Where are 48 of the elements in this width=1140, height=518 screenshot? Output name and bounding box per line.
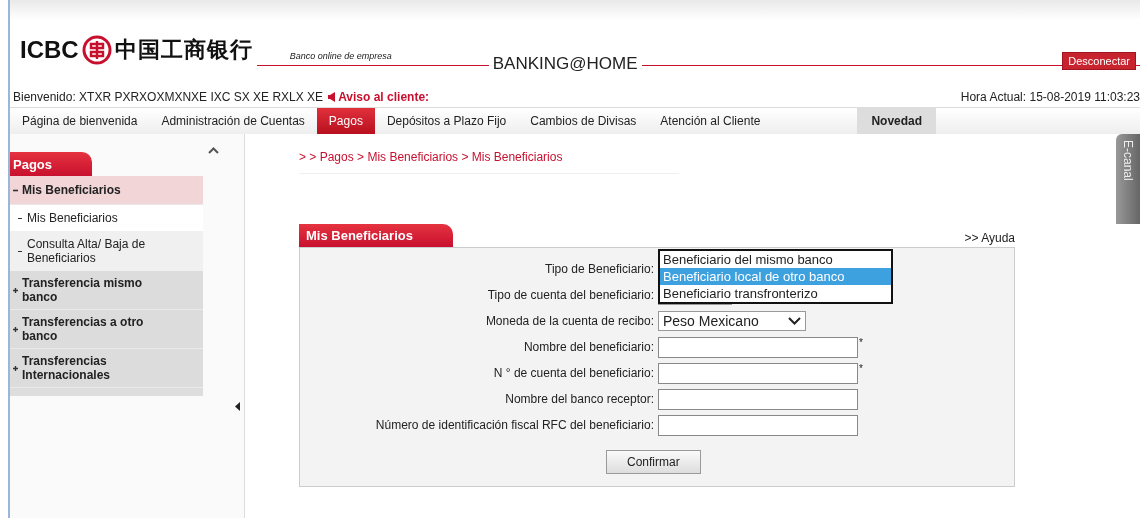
plus-icon — [12, 364, 19, 372]
collapse-left-icon — [235, 402, 240, 411]
chevron-down-icon — [788, 317, 801, 325]
nav-tab[interactable]: Atención al Cliente — [648, 108, 773, 134]
required-mark: * — [859, 336, 863, 348]
help-link[interactable]: >> Ayuda — [964, 231, 1015, 245]
field-label: Tipo de Beneficiario: — [544, 262, 655, 276]
field-label: Moneda de la cuenta de recibo: — [484, 314, 655, 328]
nav-tab[interactable]: Cambios de Divisas — [518, 108, 649, 134]
logo-emblem-icon — [81, 35, 112, 65]
logo-text: 中国工商银行 — [114, 36, 253, 64]
field-label: Nombre del banco receptor: — [504, 392, 655, 406]
breadcrumb: > > Pagos > Mis Beneficiarios > Mis Beneficiarios — [299, 150, 679, 174]
logout-button[interactable]: Desconectar — [1062, 52, 1136, 70]
logo-text: ICBC — [20, 36, 79, 64]
input-field[interactable] — [658, 336, 858, 358]
plus-icon — [12, 286, 19, 294]
confirm-button[interactable]: Confirmar — [606, 450, 701, 474]
welcome-text: Bienvenido: XTXR PXRXOXMXNXE IXC SX XE RXLX XE — [13, 90, 324, 104]
notice-link[interactable]: Aviso al cliente: — [338, 90, 430, 104]
dropdown[interactable]: Peso Mexicano — [658, 311, 806, 331]
field-label: N ° de cuenta del beneficiario: — [492, 366, 655, 380]
nav-tab[interactable]: Página de bienvenida — [10, 108, 150, 134]
current-time: Hora Actual: 15-08-2019 11:03:23 — [960, 90, 1140, 104]
sidebar-title: Pagos — [10, 152, 92, 176]
field-label: Tipo de cuenta del beneficiario: — [486, 288, 655, 302]
field-label: Nombre del beneficiario: — [522, 340, 655, 354]
novelty-tab[interactable]: Novedad — [857, 108, 937, 134]
dropdown-option[interactable]: Beneficiario del mismo banco — [660, 251, 891, 268]
side-tab[interactable]: E-canal — [1116, 134, 1140, 224]
nav-tab[interactable]: Depósitos a Plazo Fijo — [374, 108, 519, 134]
panel-title: Mis Beneficiarios — [299, 224, 453, 247]
tagline: Banco online de empresa — [289, 51, 392, 61]
nav-tab[interactable]: Pagos — [316, 108, 375, 134]
input-field[interactable] — [658, 388, 858, 410]
speaker-icon — [328, 92, 336, 102]
input-field[interactable] — [658, 414, 858, 436]
product-title: BANKING@HOME — [488, 54, 642, 74]
field-label: Número de identificación fiscal RFC del beneficiario: — [374, 418, 655, 432]
dropdown-option[interactable]: Beneficiario transfronterizo — [660, 285, 891, 302]
menu-item[interactable]: Mis Beneficiarios — [10, 205, 203, 231]
menu-item[interactable]: Consulta Alta/ Baja de Beneficiarios — [10, 231, 203, 271]
nav-tab[interactable]: Administración de Cuentas — [149, 108, 317, 134]
collapse-up-icon — [208, 147, 219, 154]
required-mark: * — [859, 362, 863, 374]
menu-group[interactable]: Mis Beneficiarios — [10, 176, 203, 205]
plus-icon — [12, 325, 19, 333]
input-field[interactable] — [658, 362, 858, 384]
